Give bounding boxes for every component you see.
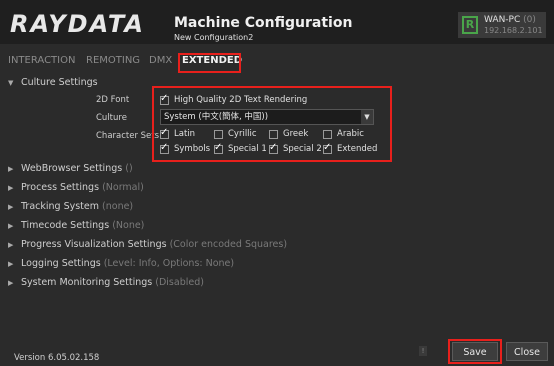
checkbox-unchecked-icon [214, 129, 223, 139]
culture-select[interactable]: System (中文(簡体, 中国)) ▼ [160, 109, 374, 125]
expand-arrow-icon: ▶ [8, 279, 14, 287]
hq-2d-text-checkbox[interactable]: High Quality 2D Text Rendering [160, 93, 307, 105]
charset-arabic-checkbox[interactable]: Arabic [323, 129, 364, 139]
close-button[interactable]: Close [506, 342, 548, 361]
checkbox-unchecked-icon [323, 129, 332, 139]
save-button-highlight [448, 339, 502, 364]
expand-arrow-icon: ▶ [8, 184, 14, 192]
connection-status[interactable]: R WAN-PC (0) 192.168.2.101 [458, 12, 546, 38]
charset-latin-checkbox[interactable]: Latin [160, 127, 195, 139]
progress-visualization-header[interactable]: ▶ Progress Visualization Settings (Color … [8, 239, 287, 250]
charset-cyrillic-checkbox[interactable]: Cyrillic [214, 129, 257, 139]
checkbox-checked-icon [269, 142, 278, 154]
checkbox-unchecked-icon [269, 129, 278, 139]
checkbox-checked-icon [214, 142, 223, 154]
checkbox-checked-icon [160, 127, 169, 139]
info-icon[interactable]: ! [419, 346, 427, 356]
host-ip: 192.168.2.101 [484, 26, 543, 35]
charset-special1-checkbox[interactable]: Special 1 [214, 142, 267, 154]
configuration-name: New Configuration2 [174, 33, 254, 42]
collapse-arrow-icon: ▼ [8, 79, 14, 87]
tracking-system-header[interactable]: ▶ Tracking System (none) [8, 201, 133, 212]
header-bar: RAYDATA Machine Configuration New Config… [0, 0, 554, 44]
charset-symbols-checkbox[interactable]: Symbols [160, 142, 210, 154]
expand-arrow-icon: ▶ [8, 222, 14, 230]
window-title: Machine Configuration [174, 15, 353, 31]
expand-arrow-icon: ▶ [8, 203, 14, 211]
font-label: 2D Font [96, 95, 130, 105]
culture-label: Culture [96, 113, 127, 123]
logging-settings-header[interactable]: ▶ Logging Settings (Level: Info, Options:… [8, 258, 234, 269]
webbrowser-settings-header[interactable]: ▶ WebBrowser Settings () [8, 163, 133, 174]
timecode-settings-header[interactable]: ▶ Timecode Settings (None) [8, 220, 144, 231]
raydata-logo: RAYDATA [10, 10, 145, 38]
raydata-server-icon: R [462, 16, 478, 34]
dropdown-arrow-icon: ▼ [361, 110, 373, 124]
expand-arrow-icon: ▶ [8, 260, 14, 268]
extended-tab-highlight [178, 53, 241, 73]
expand-arrow-icon: ▶ [8, 165, 14, 173]
checkbox-checked-icon [160, 93, 169, 105]
tab-interaction[interactable]: INTERACTION [8, 55, 75, 66]
checkbox-checked-icon [323, 142, 332, 154]
character-sets-label: Character Sets [96, 131, 160, 141]
expand-arrow-icon: ▶ [8, 241, 14, 249]
charset-greek-checkbox[interactable]: Greek [269, 129, 308, 139]
host-name: WAN-PC (0) [484, 15, 536, 25]
process-settings-header[interactable]: ▶ Process Settings (Normal) [8, 182, 144, 193]
culture-settings-header[interactable]: ▼ Culture Settings [8, 77, 98, 88]
tab-dmx[interactable]: DMX [149, 55, 172, 66]
system-monitoring-header[interactable]: ▶ System Monitoring Settings (Disabled) [8, 277, 204, 288]
checkbox-checked-icon [160, 142, 169, 154]
charset-special2-checkbox[interactable]: Special 2 [269, 142, 322, 154]
tab-remoting[interactable]: REMOTING [86, 55, 140, 66]
version-label: Version 6.05.02.158 [14, 353, 100, 363]
charset-extended-checkbox[interactable]: Extended [323, 142, 377, 154]
